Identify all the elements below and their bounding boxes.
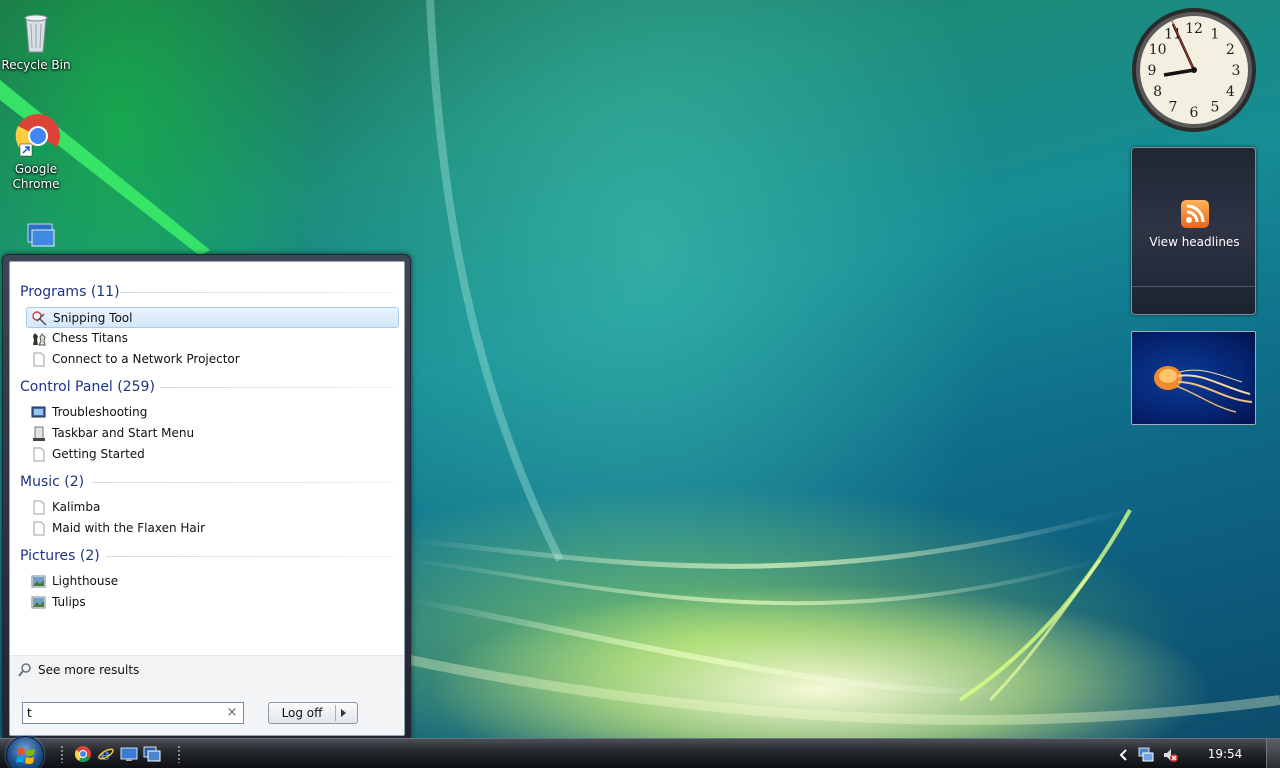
log-off-options-arrow-icon[interactable]	[341, 709, 346, 717]
clock-numeral: 2	[1226, 42, 1235, 58]
desktop-icon-label: Google Chrome	[12, 162, 60, 191]
chrome-icon[interactable]	[74, 745, 92, 763]
chrome-icon	[12, 112, 60, 160]
taskbar: e 19:54	[0, 736, 1280, 768]
clock-numeral: 12	[1185, 21, 1203, 37]
clock-numeral: 1	[1211, 27, 1220, 43]
result-snipping-tool[interactable]: Snipping Tool	[26, 307, 399, 328]
clock-numeral: 9	[1148, 63, 1157, 79]
clock-numeral: 5	[1211, 99, 1220, 115]
group-header-programs: Programs (11)	[20, 282, 394, 302]
internet-explorer-icon[interactable]: e	[97, 745, 115, 764]
group-header-control-panel: Control Panel (259)	[20, 377, 394, 397]
start-search-box[interactable]: ×	[22, 702, 244, 724]
clock-numeral: 4	[1226, 84, 1235, 100]
start-button[interactable]	[6, 736, 44, 768]
network-icon[interactable]	[1138, 747, 1154, 763]
group-header-pictures: Pictures (2)	[20, 546, 394, 566]
taskbar-icon	[31, 426, 46, 441]
document-icon	[31, 352, 46, 367]
log-off-button[interactable]: Log off	[268, 702, 358, 724]
windows-logo-icon	[16, 748, 35, 764]
clock-numeral: 7	[1169, 99, 1178, 115]
switch-windows-icon[interactable]	[143, 745, 161, 763]
view-headlines-label: View headlines	[1149, 235, 1240, 249]
result-maid-flaxen-hair[interactable]: Maid with the Flaxen Hair	[26, 518, 399, 539]
troubleshooting-icon	[31, 405, 46, 420]
start-menu: Programs (11) Snipping Tool Chess Titans…	[2, 254, 411, 738]
picture-icon	[31, 574, 46, 589]
desktop-icon-recycle-bin[interactable]: Recycle Bin	[0, 8, 72, 73]
clock-gadget[interactable]: 12 1 2 3 4 5 6 7 8 9 10 11	[1130, 6, 1258, 134]
group-header-music: Music (2)	[20, 472, 394, 492]
show-desktop-button[interactable]	[1266, 739, 1280, 768]
search-icon	[18, 663, 32, 677]
result-taskbar-start-menu[interactable]: Taskbar and Start Menu	[26, 423, 399, 444]
document-icon	[31, 521, 46, 536]
picture-icon	[31, 595, 46, 610]
slideshow-gadget[interactable]	[1131, 331, 1256, 425]
result-getting-started[interactable]: Getting Started	[26, 444, 399, 465]
document-icon	[31, 447, 46, 462]
toolbar-grip[interactable]	[60, 745, 64, 763]
jellyfish-picture	[1154, 366, 1253, 413]
clock-numeral: 6	[1190, 105, 1199, 121]
document-icon	[31, 500, 46, 515]
clock-numeral: 3	[1232, 63, 1241, 79]
search-input[interactable]	[27, 705, 217, 721]
clock-numeral: 10	[1149, 42, 1167, 58]
chevron-left-icon[interactable]	[1116, 747, 1132, 763]
result-tulips[interactable]: Tulips	[26, 592, 399, 613]
clock-numeral: 8	[1153, 84, 1162, 100]
result-troubleshooting[interactable]: Troubleshooting	[26, 402, 399, 423]
result-connect-network-projector[interactable]: Connect to a Network Projector	[26, 349, 399, 370]
snipping-tool-icon	[32, 311, 47, 326]
feed-headlines-gadget[interactable]: View headlines	[1131, 147, 1256, 315]
see-more-results[interactable]: See more results	[10, 655, 404, 685]
taskbar-clock[interactable]: 19:54	[1205, 747, 1245, 761]
toolbar-grip[interactable]	[177, 745, 181, 763]
rss-icon	[1181, 200, 1209, 228]
result-chess-titans[interactable]: Chess Titans	[26, 328, 399, 349]
desktop-icon-label: Recycle Bin	[1, 58, 71, 72]
recycle-bin-icon	[12, 8, 60, 56]
chess-icon	[31, 331, 46, 346]
divider	[1132, 286, 1255, 287]
search-results-pane: Programs (11) Snipping Tool Chess Titans…	[9, 261, 405, 736]
result-lighthouse[interactable]: Lighthouse	[26, 571, 399, 592]
volume-muted-icon[interactable]	[1162, 747, 1178, 763]
desktop-icon-chrome[interactable]: Google Chrome	[0, 112, 72, 192]
show-desktop-icon[interactable]	[120, 745, 138, 763]
result-kalimba[interactable]: Kalimba	[26, 497, 399, 518]
clear-search-icon[interactable]: ×	[225, 705, 239, 721]
